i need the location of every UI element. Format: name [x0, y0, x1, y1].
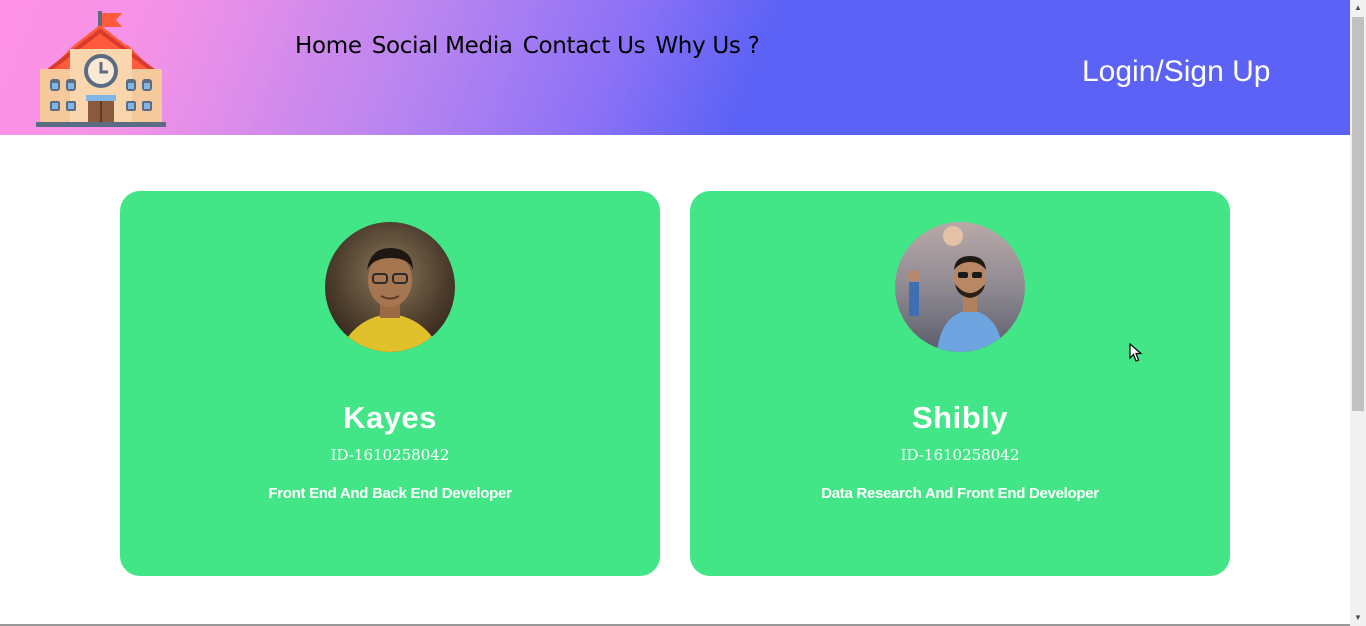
avatar [325, 222, 455, 352]
nav-social-media[interactable]: Social Media [372, 33, 513, 59]
page: Home Social Media Contact Us Why Us ? Lo… [0, 0, 1366, 626]
login-signup-link[interactable]: Login/Sign Up [1082, 55, 1270, 89]
member-name: Shibly [911, 400, 1008, 435]
nav-contact-us[interactable]: Contact Us [523, 33, 646, 59]
member-role: Front End And Back End Developer [268, 485, 512, 502]
nav-why-us[interactable]: Why Us ? [655, 33, 759, 59]
scrollbar-thumb[interactable] [1352, 17, 1364, 411]
scroll-down-arrow-icon[interactable]: ▼ [1350, 610, 1366, 626]
avatar [895, 222, 1025, 352]
main-nav: Home Social Media Contact Us Why Us ? [295, 33, 760, 59]
nav-home[interactable]: Home [295, 33, 362, 59]
mouse-cursor-icon [1129, 342, 1143, 363]
team-card-kayes: Kayes ID-1610258042 Front End And Back E… [120, 191, 660, 576]
team-card-shibly: Shibly ID-1610258042 Data Research And F… [690, 191, 1230, 576]
member-id: ID-1610258042 [330, 446, 450, 464]
member-role: Data Research And Front End Developer [821, 485, 1099, 502]
member-id: ID-1610258042 [900, 446, 1020, 464]
vertical-scrollbar[interactable]: ▲ ▼ [1350, 0, 1366, 626]
member-name: Kayes [343, 400, 437, 435]
school-logo-icon[interactable] [36, 9, 166, 129]
site-header: Home Social Media Contact Us Why Us ? Lo… [0, 0, 1350, 135]
scroll-up-arrow-icon[interactable]: ▲ [1350, 0, 1366, 16]
